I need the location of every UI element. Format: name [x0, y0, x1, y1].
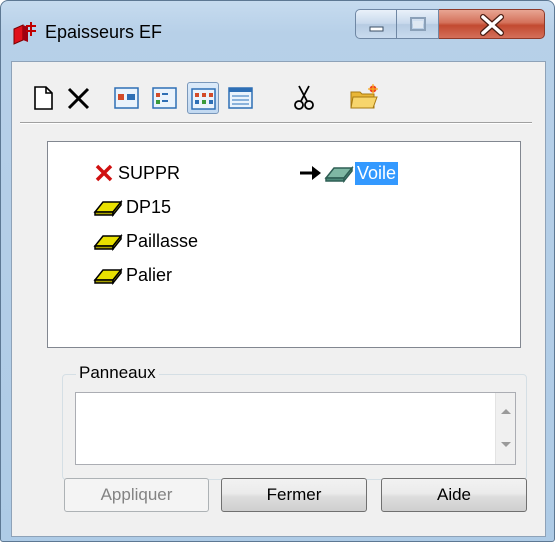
list-item[interactable]: SUPPR [93, 161, 180, 185]
view-list-button[interactable] [187, 82, 219, 114]
app-icon [13, 21, 37, 45]
view-small-icons-button[interactable] [149, 82, 181, 114]
view-details-button[interactable] [225, 82, 257, 114]
list-item-label: Voile [355, 161, 399, 185]
list-item[interactable]: Paillasse [93, 229, 198, 253]
list-item[interactable]: Palier [93, 263, 172, 287]
list-item-label: SUPPR [118, 162, 181, 183]
cut-button[interactable] [288, 82, 320, 114]
large-icons-view-icon [114, 87, 139, 109]
minimize-button[interactable] [355, 9, 397, 39]
title-bar[interactable]: Epaisseurs EF [1, 1, 554, 61]
new-document-icon [34, 86, 53, 110]
new-button[interactable] [27, 82, 59, 114]
teal-slab-icon [324, 165, 354, 184]
toolbar [12, 62, 545, 124]
apply-button[interactable]: Appliquer [64, 478, 209, 512]
yellow-slab-icon [93, 267, 123, 286]
list-item-selected[interactable]: Voile [298, 161, 399, 185]
toolbar-separator [20, 122, 532, 124]
scroll-down-icon[interactable] [500, 441, 512, 449]
details-view-icon [228, 87, 253, 109]
yellow-slab-icon [93, 233, 123, 252]
arrow-right-icon [300, 166, 321, 180]
view-large-icons-button[interactable] [111, 82, 143, 114]
delete-button[interactable] [63, 82, 95, 114]
close-button[interactable]: Fermer [221, 478, 367, 512]
help-button[interactable]: Aide [381, 478, 527, 512]
panneaux-label: Panneaux [76, 363, 159, 383]
dialog-window: Epaisseurs EF SUPPR DP15 Paillasse Palie… [0, 0, 555, 542]
yellow-slab-icon [93, 199, 123, 218]
panneaux-scrollbar[interactable] [495, 393, 515, 464]
list-view-icon [191, 88, 216, 110]
window-title: Epaisseurs EF [45, 22, 163, 42]
open-button[interactable] [348, 82, 380, 114]
open-folder-icon [350, 84, 378, 109]
thickness-list[interactable]: SUPPR DP15 Paillasse Palier Voile [47, 141, 521, 348]
delete-x-icon [67, 87, 90, 110]
list-item-label: DP15 [126, 196, 172, 217]
list-item-label: Paillasse [126, 230, 199, 251]
list-item[interactable]: DP15 [93, 195, 171, 219]
cut-scissors-icon [294, 85, 314, 110]
red-x-icon [95, 164, 113, 182]
minimize-icon [369, 26, 384, 32]
panneaux-textarea[interactable] [75, 392, 516, 465]
maximize-button[interactable] [397, 9, 439, 39]
scroll-up-icon[interactable] [500, 407, 512, 415]
small-icons-view-icon [152, 87, 177, 109]
close-window-button[interactable] [439, 9, 545, 39]
dialog-client-area: SUPPR DP15 Paillasse Palier Voile Pannea… [11, 61, 546, 537]
close-icon [480, 14, 504, 36]
list-item-label: Palier [126, 264, 173, 285]
maximize-icon [410, 17, 426, 31]
